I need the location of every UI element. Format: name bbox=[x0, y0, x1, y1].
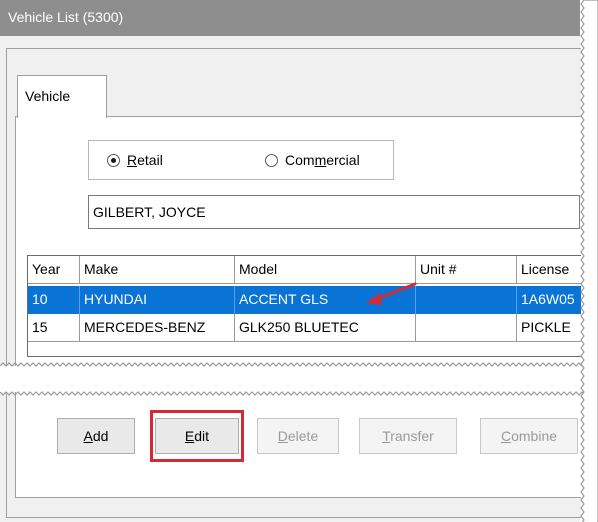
customer-name-field[interactable]: GILBERT, JOYCE bbox=[88, 195, 580, 229]
column-header-license[interactable]: License bbox=[517, 256, 581, 284]
cell-year: 10 bbox=[28, 286, 80, 314]
cell-license: 1A6W05 bbox=[521, 291, 575, 307]
window-title: Vehicle List (5300) bbox=[8, 9, 124, 25]
cell-unit bbox=[416, 314, 517, 342]
transfer-button[interactable]: Transfer bbox=[359, 418, 457, 454]
pointer-arrow-icon bbox=[366, 282, 417, 305]
column-header-year[interactable]: Year bbox=[28, 256, 80, 284]
radio-retail[interactable]: Retail bbox=[107, 152, 163, 168]
vehicle-grid[interactable]: Year Make Model Unit # License 10 HYUNDA… bbox=[27, 255, 581, 357]
column-header-unit[interactable]: Unit # bbox=[416, 256, 517, 284]
radio-retail-indicator[interactable] bbox=[107, 153, 120, 167]
radio-commercial[interactable]: Commercial bbox=[265, 152, 360, 168]
tab-vehicle-label: Vehicle bbox=[25, 88, 71, 104]
radio-commercial-indicator[interactable] bbox=[265, 153, 278, 167]
vehicle-list-window: Vehicle List (5300) Vehicle Retail Comme… bbox=[0, 0, 581, 522]
table-row[interactable]: 10 HYUNDAI ACCENT GLS 1A6W05 bbox=[28, 286, 581, 314]
torn-edge-divider bbox=[0, 362, 598, 396]
table-row[interactable]: 15 MERCEDES-BENZ GLK250 BLUETEC PICKLE bbox=[28, 314, 581, 342]
cell-make: HYUNDAI bbox=[80, 286, 235, 314]
title-bar[interactable]: Vehicle List (5300) bbox=[0, 0, 580, 36]
cell-make: MERCEDES-BENZ bbox=[80, 314, 235, 342]
combine-button[interactable]: Combine bbox=[480, 418, 578, 454]
column-header-make[interactable]: Make bbox=[80, 256, 235, 284]
cell-unit bbox=[416, 286, 517, 314]
add-button[interactable]: Add bbox=[57, 418, 135, 454]
cell-model: GLK250 BLUETEC bbox=[235, 314, 416, 342]
radio-commercial-label: Commercial bbox=[285, 152, 360, 168]
cell-license: PICKLE bbox=[517, 314, 581, 342]
customer-type-group: Retail Commercial bbox=[88, 140, 394, 180]
cell-year: 15 bbox=[28, 314, 80, 342]
grid-header-row: Year Make Model Unit # License bbox=[28, 256, 581, 284]
tab-vehicle[interactable]: Vehicle bbox=[17, 75, 107, 118]
edit-button-highlight bbox=[150, 410, 244, 462]
customer-name-value: GILBERT, JOYCE bbox=[93, 204, 206, 220]
radio-retail-label: Retail bbox=[127, 152, 163, 168]
delete-button[interactable]: Delete bbox=[257, 418, 339, 454]
torn-edge-right bbox=[580, 0, 598, 522]
